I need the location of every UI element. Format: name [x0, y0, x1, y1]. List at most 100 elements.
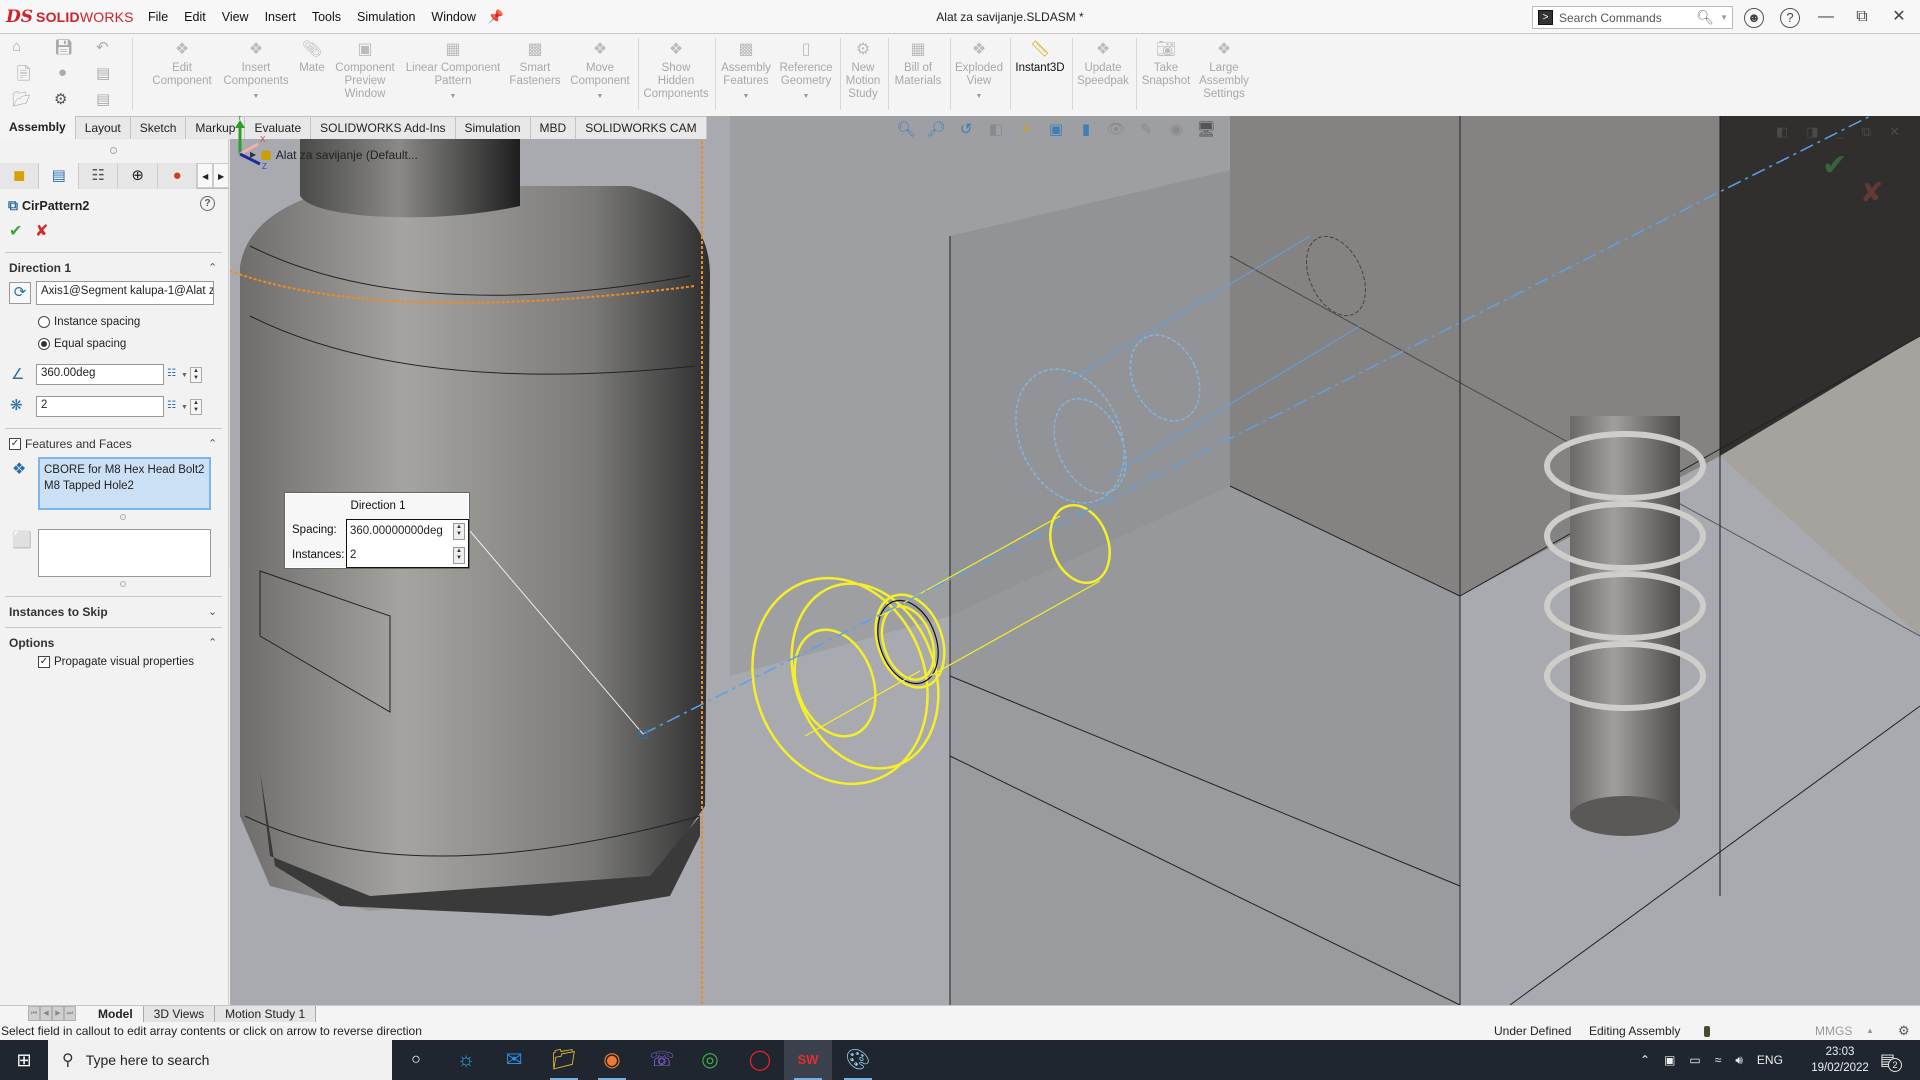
chevron-down-icon[interactable]: ▼ — [1720, 13, 1728, 22]
zoom-to-fit-icon[interactable]: 🔍︎ — [895, 119, 917, 141]
instance-spacing-radio[interactable]: Instance spacing — [38, 316, 140, 328]
insert-components-button[interactable]: ❖ Insert Components ▼ — [220, 40, 292, 103]
chevron-up-icon[interactable]: ⌃ — [208, 437, 217, 450]
taskbar-mail[interactable]: ✉ — [490, 1040, 538, 1080]
solidworks-logo[interactable]: DS SOLIDWORKS — [6, 7, 134, 27]
callout-instances-spinner[interactable]: ▲ ▼ — [453, 547, 465, 564]
previous-tab-icon[interactable]: ◀ — [40, 1006, 52, 1021]
tab-solidworks-add-ins[interactable]: SOLIDWORKS Add-Ins — [311, 116, 456, 139]
list-icon[interactable]: ▤ — [96, 90, 110, 108]
tab-model[interactable]: Model — [88, 1006, 144, 1022]
tab-3d-views[interactable]: 3D Views — [143, 1006, 216, 1022]
chevron-down-icon[interactable]: ▼ — [181, 372, 188, 379]
instant3d-button[interactable]: 📏︎ Instant3D — [1012, 40, 1068, 75]
taskbar-firefox[interactable]: ◉ — [588, 1040, 636, 1080]
help-icon[interactable]: ? — [1780, 8, 1800, 28]
propertymanager-tab[interactable]: ▤ — [39, 163, 79, 189]
bill-of-materials-button[interactable]: ▦ Bill of Materials — [890, 40, 946, 88]
tab-sketch[interactable]: Sketch — [130, 116, 187, 139]
menu-window[interactable]: Window — [423, 10, 483, 24]
features-and-faces-heading[interactable]: ✓ Features and Faces — [9, 437, 132, 451]
configurationmanager-tab[interactable]: ☷ — [78, 163, 119, 189]
equal-spacing-radio[interactable]: Equal spacing — [38, 338, 126, 350]
update-speedpak-button[interactable]: ❖ Update Speedpak — [1074, 40, 1132, 88]
large-assembly-settings-button[interactable]: ❖ Large Assembly Settings — [1196, 40, 1252, 101]
chevron-up-icon[interactable]: ⌃ — [208, 636, 217, 649]
list-resize-handle[interactable] — [120, 514, 126, 520]
edit-component-button[interactable]: ❖ Edit Component — [146, 40, 218, 88]
link-value-icon[interactable]: ☷ — [167, 400, 179, 414]
hide-show-items-icon[interactable]: 👁︎ — [1105, 119, 1127, 141]
help-icon[interactable]: ? — [200, 196, 215, 211]
search-icon[interactable]: 🔍︎ — [1696, 9, 1714, 26]
viewport-restore-icon[interactable]: ⧉ — [1862, 124, 1871, 140]
tab-solidworks-cam[interactable]: SOLIDWORKS CAM — [576, 116, 707, 139]
display-style-icon[interactable]: ▮ — [1075, 119, 1097, 141]
tab-layout[interactable]: Layout — [75, 116, 131, 139]
cancel-button[interactable]: ✘ — [35, 221, 48, 241]
apply-scene-icon[interactable]: ◉ — [1165, 119, 1187, 141]
displaymanager-tab[interactable]: ● — [157, 163, 198, 189]
move-component-button[interactable]: ❖ Move Component ▼ — [566, 40, 634, 103]
open-document-icon[interactable]: 📂︎ — [12, 90, 31, 108]
pattern-axis-field[interactable]: Axis1@Segment kalupa-1@Alat z — [36, 281, 214, 305]
taskbar-opera[interactable]: ◯ — [736, 1040, 784, 1080]
confirmation-ok-icon[interactable]: ✔ — [1822, 148, 1847, 183]
features-to-pattern-list[interactable]: CBORE for M8 Hex Head Bolt2 M8 Tapped Ho… — [38, 457, 211, 510]
menu-simulation[interactable]: Simulation — [349, 10, 423, 24]
select-icon[interactable]: ● — [58, 64, 67, 81]
start-button[interactable]: ⊞ — [0, 1040, 48, 1080]
panel-resize-handle[interactable] — [110, 147, 117, 154]
taskbar-search-box[interactable]: ⚲ Type here to search — [48, 1040, 392, 1080]
tile-right-icon[interactable]: ◨ — [1806, 124, 1818, 140]
next-tab-icon[interactable]: ▶ — [52, 1006, 64, 1021]
linear-component-pattern-button[interactable]: ▦ Linear Component Pattern ▼ — [402, 40, 504, 103]
taskbar-viber[interactable]: ☏ — [638, 1040, 686, 1080]
take-snapshot-button[interactable]: 📷︎ Take Snapshot — [1138, 40, 1194, 88]
instances-to-skip-heading[interactable]: Instances to Skip — [9, 605, 108, 619]
search-commands-input[interactable]: > Search Commands 🔍︎ ▼ — [1532, 6, 1733, 29]
user-account-icon[interactable]: ☻ — [1744, 8, 1764, 28]
taskbar-paint[interactable]: 🎨︎ — [834, 1040, 882, 1080]
instances-spinner[interactable]: ▲ ▼ — [189, 399, 202, 415]
callout-instances-input[interactable]: 2 — [346, 544, 466, 569]
assembly-features-button[interactable]: ▩ Assembly Features ▼ — [718, 40, 774, 103]
tab-motion-study-1[interactable]: Motion Study 1 — [215, 1006, 317, 1022]
reverse-direction-button[interactable]: ⟳ — [9, 282, 31, 304]
input-language[interactable]: ENG — [1757, 1053, 1783, 1067]
battery-icon[interactable]: ▭ — [1689, 1053, 1700, 1067]
taskbar-file-explorer[interactable]: 📁︎ — [540, 1040, 588, 1080]
menu-insert[interactable]: Insert — [257, 10, 304, 24]
action-center-button[interactable]: ▤ 2 — [1880, 1050, 1902, 1072]
confirmation-cancel-icon[interactable]: ✘ — [1860, 176, 1883, 209]
smart-fasteners-button[interactable]: ▩ Smart Fasteners — [506, 40, 564, 88]
tab-mbd[interactable]: MBD — [530, 116, 577, 139]
tab-simulation[interactable]: Simulation — [455, 116, 531, 139]
tab-scroll-right-icon[interactable]: ▶ — [213, 163, 229, 188]
menu-tools[interactable]: Tools — [304, 10, 349, 24]
minimize-icon[interactable]: — — [1815, 7, 1837, 29]
first-tab-icon[interactable]: ⏮ — [28, 1006, 40, 1021]
list-item[interactable]: CBORE for M8 Hex Head Bolt2 — [44, 462, 205, 478]
component-preview-window-button[interactable]: ▣ Component Preview Window — [332, 40, 398, 101]
taskbar-edge[interactable]: ☼ — [442, 1040, 490, 1080]
customize-status-bar-icon[interactable]: ⚙ — [1898, 1022, 1910, 1040]
show-hidden-icons-icon[interactable]: ⌃ — [1640, 1053, 1650, 1067]
menu-edit[interactable]: Edit — [176, 10, 214, 24]
zoom-to-area-icon[interactable]: 🔎︎ — [925, 119, 947, 141]
callout-spacing-input[interactable]: 360.00000000deg — [346, 520, 466, 545]
chevron-down-icon[interactable]: ▼ — [181, 404, 188, 411]
link-value-icon[interactable]: ☷ — [167, 368, 179, 382]
new-document-icon[interactable]: 📄︎ — [14, 64, 33, 82]
instances-input[interactable]: 2 — [36, 396, 164, 417]
menu-view[interactable]: View — [214, 10, 257, 24]
pin-menu-icon[interactable]: 📌 — [488, 9, 504, 25]
taskbar-clock[interactable]: 23:03 19/02/2022 — [1800, 1044, 1880, 1076]
mate-button[interactable]: 📎︎ Mate — [294, 40, 330, 75]
graphics-area[interactable]: ▶ ◼ Alat za savijanje (Default... 🔍︎ 🔎︎ … — [230, 116, 1920, 1005]
rebuild-status-icon[interactable] — [1704, 1026, 1710, 1037]
options-heading[interactable]: Options — [9, 636, 54, 650]
dimxpertmanager-tab[interactable]: ⊕ — [118, 163, 158, 189]
section-view-icon[interactable]: ◧ — [985, 119, 1007, 141]
reference-geometry-button[interactable]: ▯ Reference Geometry ▼ — [776, 40, 836, 103]
